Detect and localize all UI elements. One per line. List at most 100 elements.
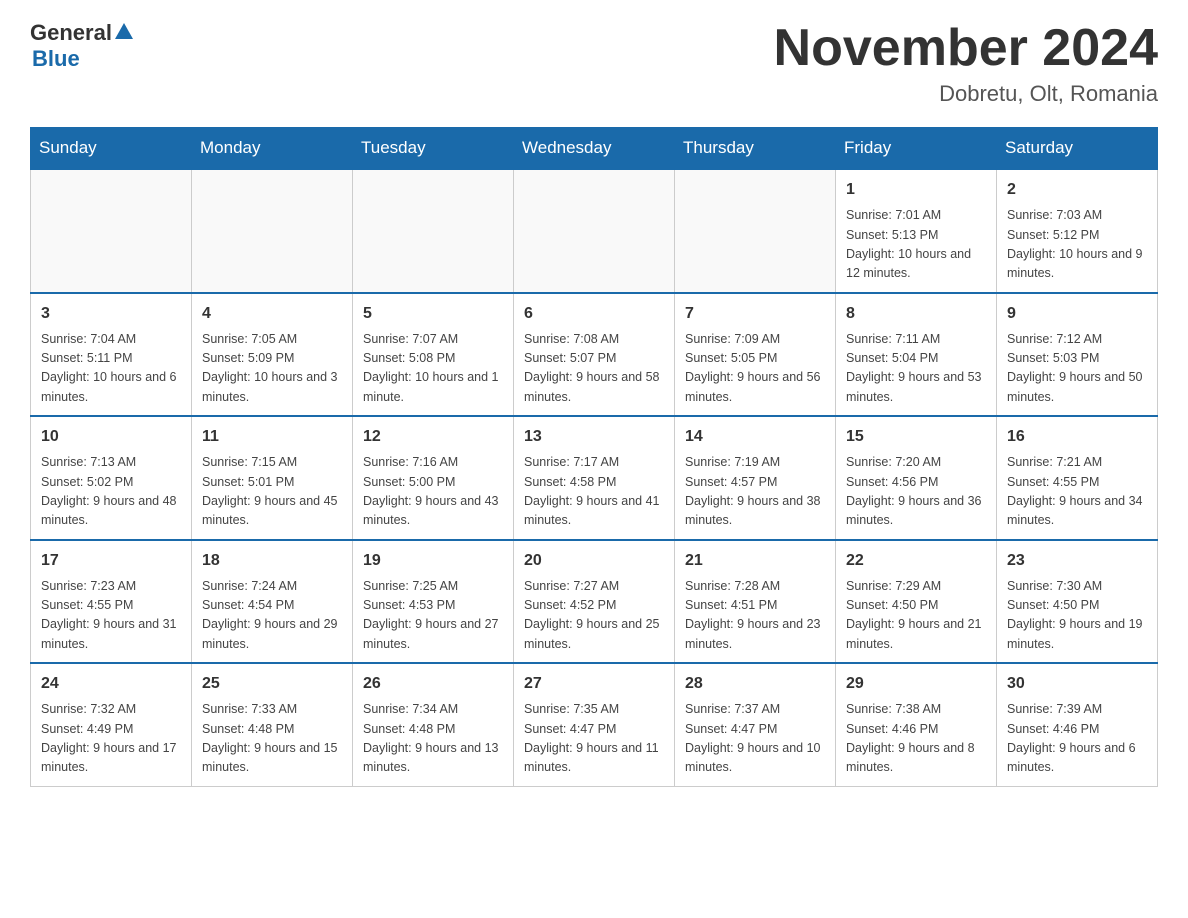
header-right: November 2024 Dobretu, Olt, Romania xyxy=(774,20,1158,107)
calendar-day-cell: 3 Sunrise: 7:04 AMSunset: 5:11 PMDaylight… xyxy=(31,293,192,417)
day-info: Sunrise: 7:37 AMSunset: 4:47 PMDaylight:… xyxy=(685,700,825,778)
day-number: 30 xyxy=(1007,672,1147,696)
day-number: 19 xyxy=(363,549,503,573)
day-number: 9 xyxy=(1007,302,1147,326)
day-info: Sunrise: 7:04 AMSunset: 5:11 PMDaylight:… xyxy=(41,330,181,408)
calendar-day-cell: 18 Sunrise: 7:24 AMSunset: 4:54 PMDayligh… xyxy=(192,540,353,664)
day-info: Sunrise: 7:16 AMSunset: 5:00 PMDaylight:… xyxy=(363,453,503,531)
calendar-header-row: SundayMondayTuesdayWednesdayThursdayFrid… xyxy=(31,128,1158,170)
calendar-day-cell: 19 Sunrise: 7:25 AMSunset: 4:53 PMDayligh… xyxy=(353,540,514,664)
day-number: 23 xyxy=(1007,549,1147,573)
calendar-day-cell: 7 Sunrise: 7:09 AMSunset: 5:05 PMDaylight… xyxy=(675,293,836,417)
calendar-day-cell: 25Sunrise: 7:33 AMSunset: 4:48 PMDayligh… xyxy=(192,663,353,786)
day-info: Sunrise: 7:29 AMSunset: 4:50 PMDaylight:… xyxy=(846,577,986,655)
calendar-day-cell: 1Sunrise: 7:01 AMSunset: 5:13 PMDaylight… xyxy=(836,169,997,293)
day-number: 20 xyxy=(524,549,664,573)
day-info: Sunrise: 7:30 AMSunset: 4:50 PMDaylight:… xyxy=(1007,577,1147,655)
weekday-header-monday: Monday xyxy=(192,128,353,170)
day-info: Sunrise: 7:38 AMSunset: 4:46 PMDaylight:… xyxy=(846,700,986,778)
day-info: Sunrise: 7:09 AMSunset: 5:05 PMDaylight:… xyxy=(685,330,825,408)
calendar-day-cell: 29 Sunrise: 7:38 AMSunset: 4:46 PMDayligh… xyxy=(836,663,997,786)
calendar-day-cell: 4 Sunrise: 7:05 AMSunset: 5:09 PMDaylight… xyxy=(192,293,353,417)
day-number: 13 xyxy=(524,425,664,449)
calendar-day-cell: 5 Sunrise: 7:07 AMSunset: 5:08 PMDaylight… xyxy=(353,293,514,417)
calendar-week-row: 3 Sunrise: 7:04 AMSunset: 5:11 PMDaylight… xyxy=(31,293,1158,417)
calendar-day-cell: 15Sunrise: 7:20 AMSunset: 4:56 PMDayligh… xyxy=(836,416,997,540)
day-number: 5 xyxy=(363,302,503,326)
weekday-header-wednesday: Wednesday xyxy=(514,128,675,170)
calendar-day-cell: 28 Sunrise: 7:37 AMSunset: 4:47 PMDayligh… xyxy=(675,663,836,786)
day-info: Sunrise: 7:13 AMSunset: 5:02 PMDaylight:… xyxy=(41,453,181,531)
logo-blue-text: Blue xyxy=(30,46,80,71)
day-number: 1 xyxy=(846,178,986,202)
month-title: November 2024 xyxy=(774,20,1158,77)
calendar-day-cell: 12 Sunrise: 7:16 AMSunset: 5:00 PMDayligh… xyxy=(353,416,514,540)
day-info: Sunrise: 7:15 AMSunset: 5:01 PMDaylight:… xyxy=(202,453,342,531)
calendar-day-cell: 20 Sunrise: 7:27 AMSunset: 4:52 PMDayligh… xyxy=(514,540,675,664)
day-number: 10 xyxy=(41,425,181,449)
logo-general-text: General xyxy=(30,20,112,46)
day-info: Sunrise: 7:20 AMSunset: 4:56 PMDaylight:… xyxy=(846,453,986,531)
calendar-day-cell: 9 Sunrise: 7:12 AMSunset: 5:03 PMDaylight… xyxy=(997,293,1158,417)
day-number: 7 xyxy=(685,302,825,326)
calendar-table: SundayMondayTuesdayWednesdayThursdayFrid… xyxy=(30,127,1158,787)
logo: General Blue xyxy=(30,20,133,72)
day-info: Sunrise: 7:11 AMSunset: 5:04 PMDaylight:… xyxy=(846,330,986,408)
day-number: 12 xyxy=(363,425,503,449)
calendar-day-cell: 21 Sunrise: 7:28 AMSunset: 4:51 PMDayligh… xyxy=(675,540,836,664)
logo-triangle-icon xyxy=(115,23,133,41)
calendar-day-cell: 17Sunrise: 7:23 AMSunset: 4:55 PMDayligh… xyxy=(31,540,192,664)
day-info: Sunrise: 7:25 AMSunset: 4:53 PMDaylight:… xyxy=(363,577,503,655)
day-info: Sunrise: 7:05 AMSunset: 5:09 PMDaylight:… xyxy=(202,330,342,408)
calendar-day-cell: 6Sunrise: 7:08 AMSunset: 5:07 PMDaylight… xyxy=(514,293,675,417)
calendar-day-cell: 10 Sunrise: 7:13 AMSunset: 5:02 PMDayligh… xyxy=(31,416,192,540)
day-info: Sunrise: 7:39 AMSunset: 4:46 PMDaylight:… xyxy=(1007,700,1147,778)
day-info: Sunrise: 7:33 AMSunset: 4:48 PMDaylight:… xyxy=(202,700,342,778)
calendar-day-cell xyxy=(675,169,836,293)
day-number: 4 xyxy=(202,302,342,326)
day-number: 16 xyxy=(1007,425,1147,449)
weekday-header-sunday: Sunday xyxy=(31,128,192,170)
day-info: Sunrise: 7:28 AMSunset: 4:51 PMDaylight:… xyxy=(685,577,825,655)
day-number: 21 xyxy=(685,549,825,573)
calendar-day-cell xyxy=(31,169,192,293)
day-info: Sunrise: 7:07 AMSunset: 5:08 PMDaylight:… xyxy=(363,330,503,408)
day-info: Sunrise: 7:12 AMSunset: 5:03 PMDaylight:… xyxy=(1007,330,1147,408)
page-header: General Blue November 2024 Dobretu, Olt,… xyxy=(30,20,1158,107)
calendar-week-row: 17Sunrise: 7:23 AMSunset: 4:55 PMDayligh… xyxy=(31,540,1158,664)
day-info: Sunrise: 7:35 AMSunset: 4:47 PMDaylight:… xyxy=(524,700,664,778)
day-number: 3 xyxy=(41,302,181,326)
calendar-day-cell xyxy=(514,169,675,293)
day-number: 6 xyxy=(524,302,664,326)
calendar-day-cell: 27 Sunrise: 7:35 AMSunset: 4:47 PMDayligh… xyxy=(514,663,675,786)
day-info: Sunrise: 7:19 AMSunset: 4:57 PMDaylight:… xyxy=(685,453,825,531)
day-number: 22 xyxy=(846,549,986,573)
calendar-day-cell: 24Sunrise: 7:32 AMSunset: 4:49 PMDayligh… xyxy=(31,663,192,786)
day-number: 29 xyxy=(846,672,986,696)
calendar-week-row: 10 Sunrise: 7:13 AMSunset: 5:02 PMDayligh… xyxy=(31,416,1158,540)
calendar-day-cell: 11Sunrise: 7:15 AMSunset: 5:01 PMDayligh… xyxy=(192,416,353,540)
day-info: Sunrise: 7:24 AMSunset: 4:54 PMDaylight:… xyxy=(202,577,342,655)
calendar-week-row: 24Sunrise: 7:32 AMSunset: 4:49 PMDayligh… xyxy=(31,663,1158,786)
day-number: 27 xyxy=(524,672,664,696)
calendar-day-cell: 8Sunrise: 7:11 AMSunset: 5:04 PMDaylight… xyxy=(836,293,997,417)
weekday-header-saturday: Saturday xyxy=(997,128,1158,170)
day-info: Sunrise: 7:21 AMSunset: 4:55 PMDaylight:… xyxy=(1007,453,1147,531)
day-info: Sunrise: 7:03 AMSunset: 5:12 PMDaylight:… xyxy=(1007,206,1147,284)
calendar-day-cell xyxy=(353,169,514,293)
day-number: 28 xyxy=(685,672,825,696)
calendar-day-cell: 26Sunrise: 7:34 AMSunset: 4:48 PMDayligh… xyxy=(353,663,514,786)
day-info: Sunrise: 7:17 AMSunset: 4:58 PMDaylight:… xyxy=(524,453,664,531)
calendar-day-cell: 16 Sunrise: 7:21 AMSunset: 4:55 PMDayligh… xyxy=(997,416,1158,540)
day-info: Sunrise: 7:23 AMSunset: 4:55 PMDaylight:… xyxy=(41,577,181,655)
calendar-day-cell: 2 Sunrise: 7:03 AMSunset: 5:12 PMDaylight… xyxy=(997,169,1158,293)
calendar-day-cell: 30 Sunrise: 7:39 AMSunset: 4:46 PMDayligh… xyxy=(997,663,1158,786)
day-info: Sunrise: 7:34 AMSunset: 4:48 PMDaylight:… xyxy=(363,700,503,778)
day-info: Sunrise: 7:27 AMSunset: 4:52 PMDaylight:… xyxy=(524,577,664,655)
day-number: 18 xyxy=(202,549,342,573)
calendar-day-cell xyxy=(192,169,353,293)
calendar-day-cell: 13 Sunrise: 7:17 AMSunset: 4:58 PMDayligh… xyxy=(514,416,675,540)
calendar-week-row: 1Sunrise: 7:01 AMSunset: 5:13 PMDaylight… xyxy=(31,169,1158,293)
day-number: 2 xyxy=(1007,178,1147,202)
day-number: 24 xyxy=(41,672,181,696)
